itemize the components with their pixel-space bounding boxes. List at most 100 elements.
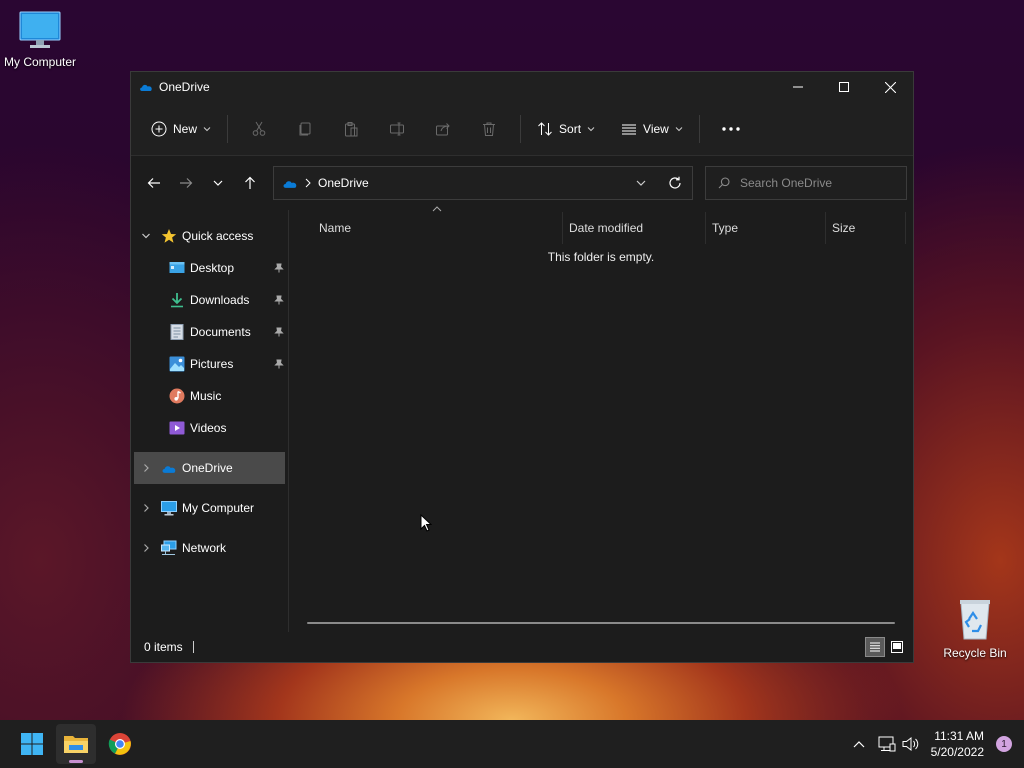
paste-button[interactable]: [336, 113, 366, 145]
onedrive-icon: [283, 180, 297, 188]
ellipsis-icon: [722, 126, 740, 131]
details-view-button[interactable]: [865, 637, 885, 657]
file-list-pane[interactable]: Name Date modified Type Size This folder…: [289, 206, 913, 632]
toolbar-separator: [698, 114, 700, 143]
monitor-icon: [19, 11, 61, 48]
pin-icon[interactable]: [274, 295, 284, 305]
title-bar[interactable]: OneDrive: [131, 72, 913, 102]
pictures-folder-icon: [169, 356, 185, 372]
pin-icon[interactable]: [274, 327, 284, 337]
mouse-cursor-icon: [420, 514, 432, 532]
expand-chevron-icon[interactable]: [139, 229, 153, 243]
sidebar-item-label: Music: [190, 389, 222, 403]
navigation-pane[interactable]: Quick access Desktop Downloads Documents…: [131, 210, 289, 632]
sidebar-item-label: Desktop: [190, 261, 235, 275]
music-folder-icon: [169, 388, 185, 404]
sidebar-item-pictures[interactable]: Pictures: [131, 348, 288, 380]
command-bar: New Sort View: [131, 102, 913, 156]
search-input[interactable]: [740, 176, 900, 190]
onedrive-icon: [161, 460, 177, 476]
desktop-icon-recycle-bin[interactable]: Recycle Bin: [935, 597, 1015, 660]
share-button[interactable]: [428, 113, 458, 145]
monitor-icon: [161, 500, 177, 516]
column-header-row: Name Date modified Type Size: [289, 206, 913, 244]
explorer-body: Quick access Desktop Downloads Documents…: [131, 206, 913, 632]
sidebar-item-documents[interactable]: Documents: [131, 316, 288, 348]
expand-chevron-icon[interactable]: [139, 461, 153, 475]
search-box[interactable]: [705, 166, 907, 200]
column-size[interactable]: Size: [826, 212, 906, 244]
clock[interactable]: 11:31 AM 5/20/2022: [931, 728, 984, 760]
onedrive-icon: [140, 84, 152, 91]
close-button[interactable]: [867, 72, 913, 102]
horizontal-scrollbar[interactable]: [307, 622, 895, 624]
clock-date: 5/20/2022: [930, 745, 984, 759]
windows-logo-icon: [21, 733, 43, 755]
item-count: 0 items: [144, 640, 183, 654]
taskbar-file-explorer[interactable]: [56, 724, 96, 764]
clipboard-icon: [345, 121, 358, 136]
column-date-modified[interactable]: Date modified: [563, 212, 706, 244]
sidebar-item-videos[interactable]: Videos: [131, 412, 288, 444]
navigation-row: OneDrive: [131, 156, 913, 210]
toolbar-separator: [227, 114, 229, 143]
downloads-folder-icon: [169, 292, 185, 308]
sidebar-item-music[interactable]: Music: [131, 380, 288, 412]
desktop-icon-my-computer[interactable]: My Computer: [0, 10, 80, 69]
column-type[interactable]: Type: [706, 212, 826, 244]
sidebar-item-label: Quick access: [182, 229, 254, 243]
expand-chevron-icon[interactable]: [139, 501, 153, 515]
up-button[interactable]: [235, 168, 265, 198]
minimize-button[interactable]: [775, 72, 821, 102]
maximize-button[interactable]: [821, 72, 867, 102]
sidebar-item-desktop[interactable]: Desktop: [131, 252, 288, 284]
taskbar-chrome[interactable]: [100, 724, 140, 764]
chevron-down-icon: [636, 180, 646, 186]
volume-button[interactable]: [899, 724, 923, 764]
sidebar-item-network[interactable]: Network: [131, 532, 288, 564]
chevron-up-icon: [853, 741, 865, 748]
pin-icon[interactable]: [274, 359, 284, 369]
cut-button[interactable]: [244, 113, 274, 145]
chevron-down-icon: [203, 126, 211, 131]
column-name[interactable]: Name: [313, 212, 563, 244]
sort-button[interactable]: Sort: [529, 113, 603, 145]
new-button-label: New: [173, 121, 198, 136]
sidebar-item-quick-access[interactable]: Quick access: [131, 220, 288, 252]
clock-time: 11:31 AM: [934, 729, 984, 743]
close-icon: [884, 81, 896, 93]
expand-chevron-icon[interactable]: [139, 541, 153, 555]
address-bar[interactable]: OneDrive: [273, 166, 693, 200]
copy-button[interactable]: [290, 113, 320, 145]
view-button[interactable]: View: [613, 113, 691, 145]
forward-button[interactable]: [171, 168, 201, 198]
large-icons-view-button[interactable]: [887, 637, 907, 657]
start-button[interactable]: [12, 724, 52, 764]
sidebar-item-my-computer[interactable]: My Computer: [131, 492, 288, 524]
notification-badge[interactable]: 1: [996, 736, 1012, 752]
arrow-up-icon: [245, 176, 255, 189]
more-options-button[interactable]: [716, 113, 746, 145]
delete-button[interactable]: [474, 113, 504, 145]
copy-icon: [299, 122, 311, 135]
show-hidden-icons-button[interactable]: [847, 724, 871, 764]
speaker-icon: [902, 736, 918, 752]
sidebar-item-label: Network: [182, 541, 227, 555]
refresh-button[interactable]: [658, 167, 692, 199]
address-dropdown-button[interactable]: [624, 167, 658, 199]
recent-locations-button[interactable]: [203, 168, 233, 198]
back-button[interactable]: [139, 168, 169, 198]
system-tray: 11:31 AM 5/20/2022 1: [847, 720, 1024, 768]
sidebar-item-downloads[interactable]: Downloads: [131, 284, 288, 316]
refresh-icon: [669, 176, 681, 189]
rename-button[interactable]: [382, 113, 412, 145]
chevron-down-icon: [675, 126, 683, 131]
network-status-button[interactable]: [875, 724, 899, 764]
sort-button-label: Sort: [559, 121, 582, 136]
new-button[interactable]: New: [143, 113, 219, 145]
sort-icon: [538, 121, 552, 136]
sidebar-item-label: Videos: [190, 421, 227, 435]
sidebar-item-onedrive[interactable]: OneDrive: [134, 452, 285, 484]
pin-icon[interactable]: [274, 263, 284, 273]
breadcrumb-onedrive[interactable]: OneDrive: [318, 176, 369, 190]
